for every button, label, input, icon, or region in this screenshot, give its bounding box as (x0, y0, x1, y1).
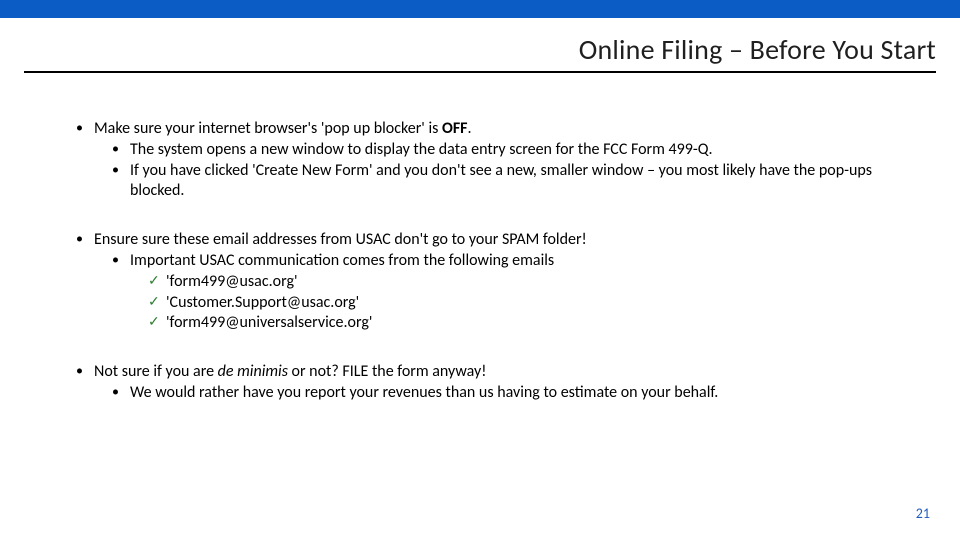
slide-body: Make sure your internet browser's 'pop u… (0, 73, 960, 404)
text-italic: de minimis (218, 362, 288, 381)
bullet-lvl2: The system opens a new window to display… (70, 140, 890, 161)
page-title: Online Filing – Before You Start (24, 32, 936, 73)
bullet-block-1: Make sure your internet browser's 'pop u… (70, 119, 890, 202)
bullet-lvl2: If you have clicked 'Create New Form' an… (70, 161, 890, 203)
page-number: 21 (916, 505, 930, 522)
text-bold: OFF (442, 119, 468, 138)
bullet-lvl1: Not sure if you are de minimis or not? F… (70, 362, 890, 383)
bullet-lvl3-check: 'form499@usac.org' (70, 272, 890, 293)
bullet-lvl1: Ensure sure these email addresses from U… (70, 230, 890, 251)
bullet-block-2: Ensure sure these email addresses from U… (70, 230, 890, 334)
title-area: Online Filing – Before You Start (0, 18, 960, 73)
text-segment: or not? FILE the form anyway! (288, 362, 486, 381)
top-accent-bar (0, 0, 960, 18)
bullet-lvl1: Make sure your internet browser's 'pop u… (70, 119, 890, 140)
bullet-lvl3-check: 'form499@universalservice.org' (70, 313, 890, 334)
text-segment: Make sure your internet browser's 'pop u… (94, 119, 442, 138)
bullet-lvl2: We would rather have you report your rev… (70, 383, 890, 404)
text-segment: Not sure if you are (94, 362, 218, 381)
bullet-lvl2: Important USAC communication comes from … (70, 251, 890, 272)
text-segment: . (468, 119, 472, 138)
bullet-lvl3-check: 'Customer.Support@usac.org' (70, 293, 890, 314)
bullet-block-3: Not sure if you are de minimis or not? F… (70, 362, 890, 404)
